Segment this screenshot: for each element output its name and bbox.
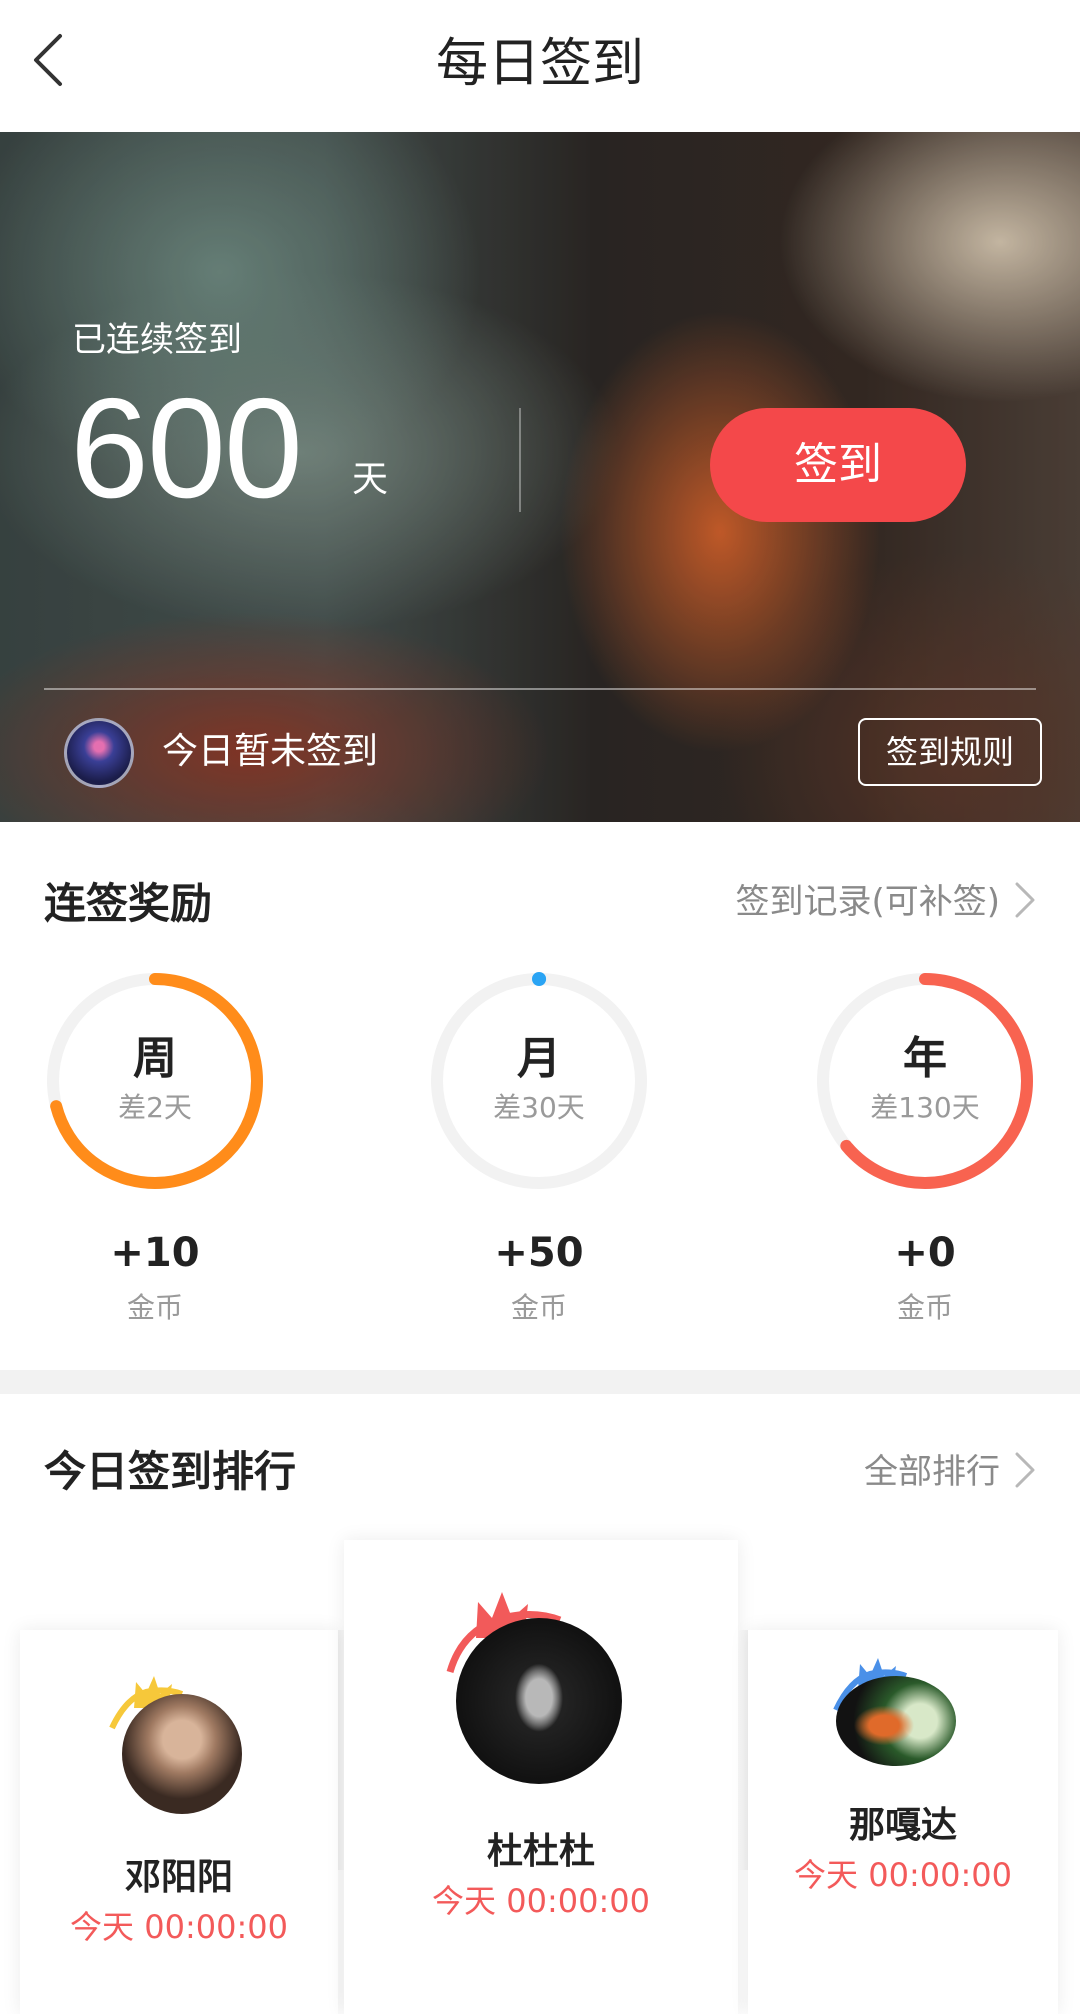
reward-unit: 金币 xyxy=(510,1291,567,1324)
signin-history-link[interactable]: 签到记录(可补签) xyxy=(735,874,1000,923)
streak-rewards-section: 连签奖励 签到记录(可补签) 周 差2天 +10 金币 月 差30天 +50 金… xyxy=(0,822,1080,1370)
rank-name: 邓阳阳 xyxy=(124,1857,233,1898)
reward-amount: +10 xyxy=(110,1230,200,1276)
streak-days: 600 xyxy=(70,369,303,528)
reward-remaining: 差130天 xyxy=(870,1091,980,1124)
daily-ranking-section: 今日签到排行 全部排行 邓阳阳 今天 00:00:00 杜杜杜 今天 00:00… xyxy=(0,1394,1080,2014)
avatar[interactable] xyxy=(456,1618,622,1784)
horizontal-divider xyxy=(44,688,1036,690)
rank-time: 今天 00:00:00 xyxy=(794,1856,1012,1894)
rank-name: 那嘎达 xyxy=(848,1805,957,1846)
signin-status: 今日暂未签到 xyxy=(162,731,379,772)
ranking-card-3[interactable]: 那嘎达 今天 00:00:00 xyxy=(748,1630,1058,2014)
reward-period: 月 xyxy=(517,1033,561,1084)
ranking-card-1[interactable]: 杜杜杜 今天 00:00:00 xyxy=(344,1540,738,2014)
rank-time: 今天 00:00:00 xyxy=(70,1908,288,1946)
section-gap xyxy=(0,1370,1080,1394)
reward-remaining: 差2天 xyxy=(118,1091,192,1124)
user-avatar[interactable] xyxy=(64,718,134,788)
reward-ring-week: 周 差2天 xyxy=(42,968,268,1194)
chevron-right-icon[interactable] xyxy=(1012,1450,1038,1490)
reward-ring-month: 月 差30天 xyxy=(426,968,652,1194)
reward-unit: 金币 xyxy=(126,1291,183,1324)
reward-period: 年 xyxy=(903,1033,947,1084)
vertical-divider xyxy=(519,408,521,512)
reward-remaining: 差30天 xyxy=(493,1091,585,1124)
avatar[interactable] xyxy=(836,1676,956,1766)
section-title: 连签奖励 xyxy=(44,879,213,928)
rank-name: 杜杜杜 xyxy=(486,1831,595,1872)
streak-unit: 天 xyxy=(352,459,389,500)
signin-button[interactable]: 签到 xyxy=(710,408,966,522)
streak-label: 已连续签到 xyxy=(72,320,242,360)
reward-unit: 金币 xyxy=(896,1291,953,1324)
chevron-right-icon[interactable] xyxy=(1012,880,1038,920)
reward-ring-year: 年 差130天 xyxy=(812,968,1038,1194)
rank-time: 今天 00:00:00 xyxy=(432,1882,650,1920)
reward-period: 周 xyxy=(133,1033,177,1084)
rules-button[interactable]: 签到规则 xyxy=(858,718,1042,786)
top-bar: 每日签到 xyxy=(0,0,1080,132)
ranking-card-2[interactable]: 邓阳阳 今天 00:00:00 xyxy=(20,1630,338,2014)
all-ranking-link[interactable]: 全部排行 xyxy=(864,1444,1000,1493)
streak-banner: 已连续签到 600 天 签到 今日暂未签到 签到规则 xyxy=(0,132,1080,822)
reward-amount: +50 xyxy=(494,1230,584,1276)
avatar[interactable] xyxy=(122,1694,242,1814)
reward-amount: +0 xyxy=(894,1230,956,1276)
section-title: 今日签到排行 xyxy=(44,1447,297,1496)
page-title: 每日签到 xyxy=(435,34,644,94)
